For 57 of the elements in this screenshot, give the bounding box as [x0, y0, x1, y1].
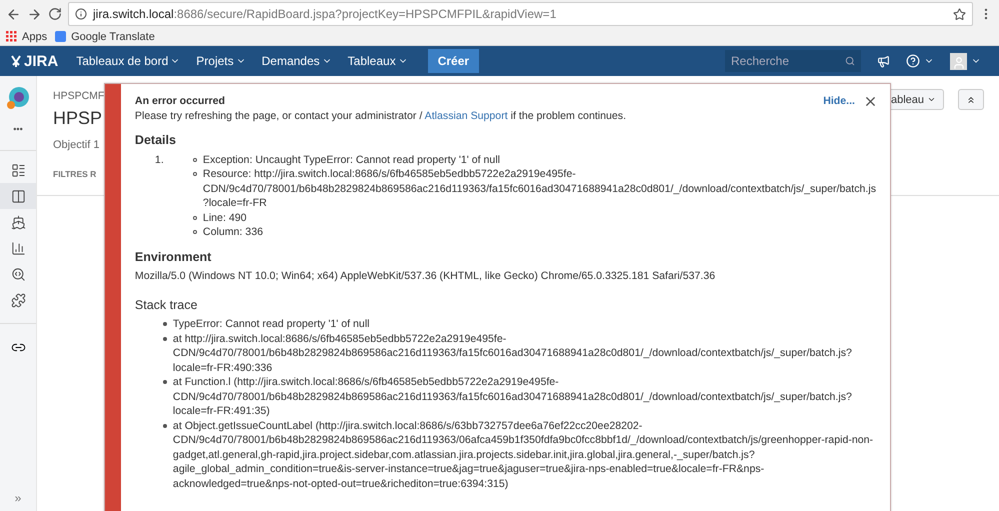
error-title: An error occurred: [134, 94, 225, 108]
list-number: 1.: [154, 152, 165, 168]
star-icon[interactable]: [953, 8, 966, 20]
filters-label: FILTRES R: [53, 169, 96, 179]
stack-line: at Function.l (http://jira.switch.local:8686/s/6fb46585eb5edbb5722e2a2919e495fe- CDN/9c4d70/78001/b6b48b2829824b869586ac216d119363/fa15fc6016ad30471688941a28c0d801/_/download/contextbatch/js/_super/batch.js? locale=fr-FR:491:35): [172, 375, 852, 418]
jira-logo[interactable]: JIRA: [10, 52, 58, 70]
sidebar-item[interactable]: [0, 183, 36, 209]
environment-heading: Environment: [134, 250, 212, 264]
search-icon[interactable]: [845, 56, 855, 66]
board-icon: [10, 162, 26, 178]
board-title: HPSP: [53, 108, 102, 129]
sprint-name: Objectif 1: [53, 139, 100, 151]
nav-menu[interactable]: Projets: [190, 54, 252, 68]
project-avatar[interactable]: [6, 86, 30, 112]
double-chevron-up-icon: [966, 94, 976, 104]
url-text: jira.switch.local:8686/secure/RapidBoard.jspa?projectKey=HPSPCMFPIL&rapidView=1: [93, 7, 556, 21]
search-code-icon: [10, 266, 26, 282]
back-icon[interactable]: [6, 6, 21, 22]
detail-text: Line: 490: [202, 210, 247, 225]
detail-text: Column: 336: [202, 225, 263, 240]
nav-menu[interactable]: Demandes: [256, 54, 338, 68]
details-heading: Details: [134, 133, 177, 148]
nav-menu[interactable]: Tableaux: [342, 54, 414, 68]
reload-icon[interactable]: [48, 7, 62, 21]
forward-icon[interactable]: [27, 6, 42, 22]
hide-link[interactable]: Hide...: [823, 94, 855, 109]
bookmark[interactable]: Google Translate: [55, 30, 155, 42]
ship-icon: [10, 214, 26, 230]
error-message: Please try refreshing the page, or contact your administrator / Atlassian Support if the problem continues.: [134, 108, 628, 123]
environment-text: Mozilla/5.0 (Windows NT 10.0; Win64; x64) AppleWebKit/537.36 (KHTML, like Gecko) Chrome/65.0.3325.181 Safari/537.36: [134, 269, 716, 284]
board-button[interactable]: ableau: [890, 89, 944, 110]
support-link[interactable]: Atlassian Support: [424, 110, 508, 122]
user-icon: [952, 56, 966, 70]
nav-menu[interactable]: Tableaux de bord: [70, 54, 186, 68]
detail-text: Resource: http://jira.switch.local:8686/s/6fb46585eb5edbb5722e2a2919e495fe- CDN/9c4d70/78001/b6b48b2829824b869586ac216d119363/fa15fc6016ad30471688941a28c0d801/_/download/contextbatch/js/_super/batch.js ?locale=fr-FR: [202, 167, 876, 210]
puzzle-icon: [10, 292, 26, 308]
megaphone-icon[interactable]: [877, 54, 890, 68]
bookmark[interactable]: Apps: [6, 30, 48, 42]
project-key: HPSPCMF: [53, 90, 104, 102]
caret-icon: [927, 95, 936, 104]
stack-line: at Object.getIssueCountLabel (http://jira.switch.local:8686/s/63bb732757dee6a76ef22cc20ee28202- CDN/9c4d70/78001/b6b48b2829824b869586ac216d119363/06afca459b1f350fdfa9bc0fcc8bbf1d/_/download/contextbatch/js/greenhopper-rapid-non- gadget,atl.general,gh-rapid,jira.project.sidebar,com.atlassian.jira.projects.sidebar.init,jira.global,jira.general,-_super/batch.js? agile_global_admin_condition=true&is-server-instance=true&jag=true&jaguser=true&jira-nps-enabled=true&locale=fr-FR&nps- acknowledged=true&nps-not-opted-out=true&richediton=true:6394:315): [172, 418, 874, 491]
avatar[interactable]: [950, 52, 967, 70]
collapse-header-button[interactable]: [958, 89, 984, 110]
close-icon[interactable]: [863, 94, 878, 109]
grid-icon: [6, 31, 17, 42]
help-icon[interactable]: [906, 54, 920, 68]
info-icon: [75, 8, 87, 20]
bar-chart-icon: [10, 240, 26, 256]
collapse-button[interactable]: »: [14, 491, 22, 511]
detail-text: Exception: Uncaught TypeError: Cannot read property '1' of null: [202, 152, 500, 167]
create-button[interactable]: Créer: [428, 49, 480, 73]
more-button[interactable]: •••: [13, 124, 23, 134]
columns-icon: [10, 188, 26, 204]
address-bar[interactable]: jira.switch.local:8686/secure/RapidBoard.jspa?projectKey=HPSPCMFPIL&rapidView=1: [68, 2, 973, 26]
search-field[interactable]: Recherche: [725, 50, 861, 72]
stack-heading: Stack trace: [134, 298, 198, 312]
stack-line: TypeError: Cannot read property '1' of null: [172, 317, 370, 332]
